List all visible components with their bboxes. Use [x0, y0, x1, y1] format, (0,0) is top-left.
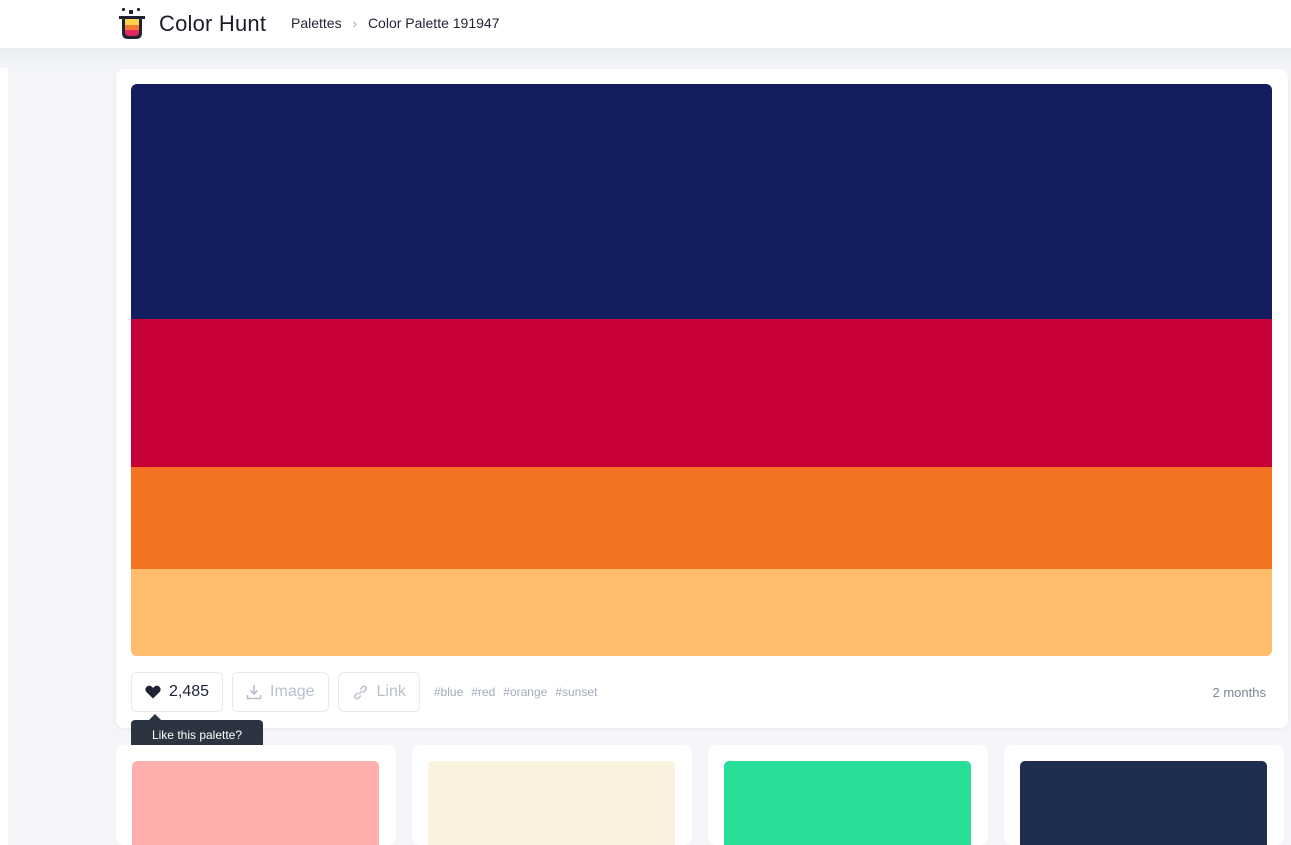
- link-label: Link: [376, 683, 406, 700]
- brand[interactable]: Color Hunt: [117, 8, 266, 40]
- related-palette-swatch[interactable]: [132, 761, 379, 845]
- copy-link-button[interactable]: Link: [337, 672, 420, 712]
- image-label: Image: [270, 683, 315, 700]
- left-sidebar-edge: [0, 68, 8, 845]
- related-palette-card[interactable]: [116, 745, 396, 845]
- like-count: 2,485: [169, 683, 210, 700]
- palette-actions: 2,485 Image Link #blue #red #orange #sun…: [131, 672, 1272, 712]
- download-icon: [246, 685, 262, 700]
- tag-list: #blue #red #orange #sunset: [434, 685, 605, 699]
- related-palette-card[interactable]: [708, 745, 988, 845]
- related-palette-swatch[interactable]: [724, 761, 971, 845]
- color-swatch-4[interactable]: [131, 569, 1272, 656]
- tag-blue[interactable]: #blue: [434, 685, 463, 699]
- color-swatch-2[interactable]: [131, 319, 1272, 467]
- header-shadow: [0, 48, 1291, 68]
- palette-card: 2,485 Image Link #blue #red #orange #sun…: [116, 69, 1288, 728]
- link-icon: [353, 685, 367, 699]
- related-palette-card[interactable]: [412, 745, 692, 845]
- tag-orange[interactable]: #orange: [503, 685, 547, 699]
- palette-swatches: [131, 84, 1272, 656]
- brand-name: Color Hunt: [159, 11, 267, 36]
- related-palette-card[interactable]: [1004, 745, 1284, 845]
- breadcrumb: Palettes › Color Palette 191947: [291, 15, 499, 31]
- tag-red[interactable]: #red: [471, 685, 495, 699]
- breadcrumb-current: Color Palette 191947: [367, 15, 500, 31]
- color-swatch-1[interactable]: [131, 84, 1272, 319]
- palette-age: 2 months: [1212, 684, 1266, 700]
- breadcrumb-separator: ›: [352, 15, 357, 31]
- color-hunt-logo-icon: [119, 8, 145, 39]
- related-palette-swatch[interactable]: [1020, 761, 1267, 845]
- breadcrumb-palettes-link[interactable]: Palettes: [291, 15, 342, 31]
- related-palette-swatch[interactable]: [428, 761, 675, 845]
- heart-icon: [145, 685, 161, 699]
- top-bar: Color Hunt Palettes › Color Palette 1919…: [0, 0, 1291, 48]
- like-button[interactable]: 2,485: [131, 672, 224, 712]
- color-swatch-3[interactable]: [131, 467, 1272, 569]
- tag-sunset[interactable]: #sunset: [555, 685, 597, 699]
- image-download-button[interactable]: Image: [232, 672, 329, 712]
